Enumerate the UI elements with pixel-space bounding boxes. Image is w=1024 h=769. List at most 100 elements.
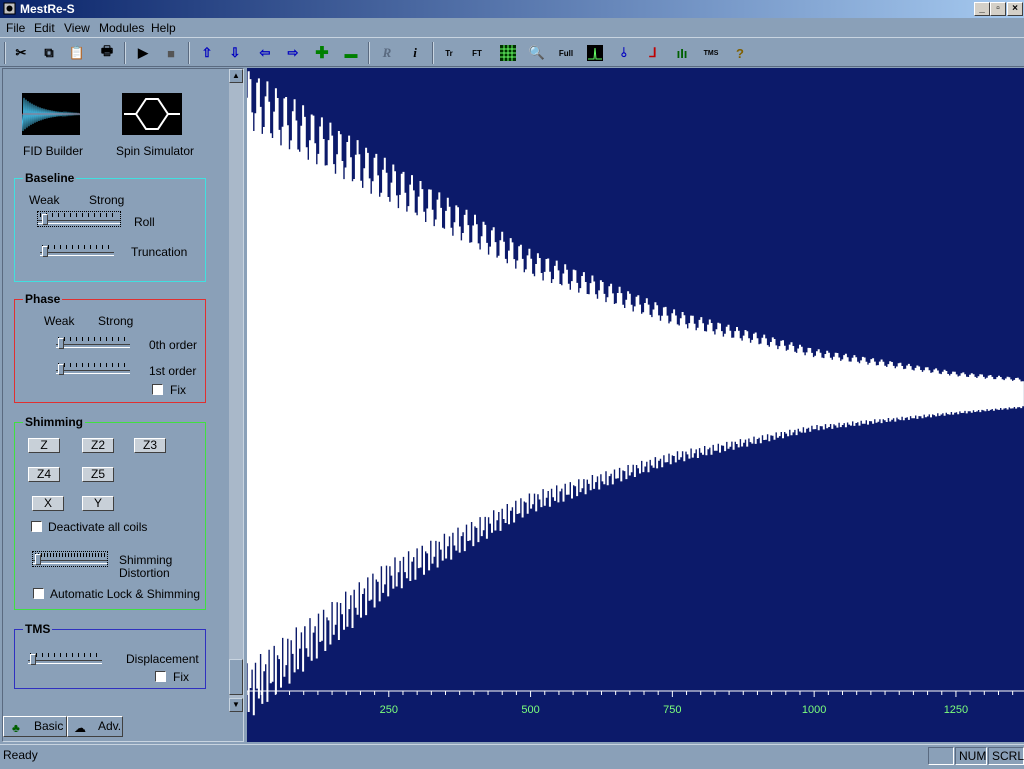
status-num: NUM: [955, 747, 987, 765]
app-icon: [3, 2, 16, 15]
spectrum-plot[interactable]: 250 500 750 1000 1250: [246, 68, 1024, 742]
deactivate-coils-label: Deactivate all coils: [48, 520, 148, 534]
multiplet-icon[interactable]: ıIı: [671, 43, 693, 63]
toolbar: ✂ ⧉ 📋 🖶 ▶ ■ ⇧ ⇩ ⇦ ⇨ ✚ ▬ R i Tr FT 🔍 Full…: [0, 37, 1024, 67]
integral-icon[interactable]: ⫰: [613, 43, 635, 63]
menu-edit[interactable]: Edit: [34, 21, 55, 35]
tms-fix-label: Fix: [173, 670, 189, 684]
full-icon[interactable]: Full: [555, 43, 577, 63]
roll-label: Roll: [134, 215, 155, 229]
title-bar: MestRe-S _ ▫ ×: [0, 0, 1024, 18]
zero-order-label: 0th order: [149, 338, 198, 352]
tab-basic[interactable]: ♣ Basic: [3, 716, 67, 737]
magnifier-icon[interactable]: 🔍: [526, 43, 548, 63]
help-icon[interactable]: ?: [729, 43, 751, 63]
shim-z4-button[interactable]: Z4: [28, 467, 60, 482]
spin-simulator-label: Spin Simulator: [116, 144, 195, 158]
copy-icon[interactable]: ⧉: [38, 43, 60, 63]
baseline-title: Baseline: [23, 171, 77, 185]
baseline-weak-label: Weak: [29, 193, 60, 207]
x-tick-label: 1250: [944, 704, 968, 716]
shim-y-button[interactable]: Y: [82, 496, 114, 511]
fid-trace: [246, 71, 1024, 716]
fid-chart: 250 500 750 1000 1250: [246, 71, 1024, 716]
first-order-label: 1st order: [149, 364, 197, 378]
truncation-slider[interactable]: [40, 244, 114, 258]
scroll-down-icon[interactable]: ▼: [229, 698, 243, 712]
zoom-out-minus-icon[interactable]: ▬: [340, 43, 362, 63]
x-tick-label: 250: [380, 704, 398, 716]
phase-fix-checkbox[interactable]: [152, 384, 163, 395]
tms-icon[interactable]: TMS: [700, 43, 722, 63]
scroll-thumb[interactable]: [229, 659, 243, 695]
shimming-distortion-slider[interactable]: [32, 551, 108, 567]
grid-icon[interactable]: [497, 43, 519, 63]
auto-lock-checkbox[interactable]: [33, 588, 44, 599]
menu-bar: File Edit View Modules Help: [0, 18, 1024, 37]
menu-view[interactable]: View: [64, 21, 90, 35]
tab-advanced[interactable]: ☁ Adv.: [67, 716, 123, 737]
play-icon[interactable]: ▶: [132, 43, 154, 63]
x-tick-label: 500: [521, 704, 539, 716]
shim-z5-button[interactable]: Z5: [82, 467, 114, 482]
advanced-tab-icon: ☁: [74, 721, 86, 735]
menu-file[interactable]: File: [6, 21, 25, 35]
auto-lock-label: Automatic Lock & Shimming: [50, 587, 201, 601]
menu-help[interactable]: Help: [151, 21, 176, 35]
full-label: Full: [558, 48, 574, 58]
shim-z2-button[interactable]: Z2: [82, 438, 114, 453]
baseline-icon[interactable]: ⅃: [642, 43, 664, 63]
basic-tab-icon: ♣: [12, 721, 20, 735]
tms-displacement-slider[interactable]: [28, 652, 102, 666]
tr-icon[interactable]: Tr: [438, 43, 460, 63]
minimize-icon[interactable]: _: [974, 2, 990, 16]
zoom-in-plus-icon[interactable]: ✚: [311, 43, 333, 63]
ft-label: FT: [472, 48, 482, 58]
phase-strong-label: Strong: [98, 314, 134, 328]
shimming-title: Shimming: [23, 415, 86, 429]
shimming-distortion-label-1: Shimming: [119, 553, 173, 567]
panel-scrollbar[interactable]: ▲ ▼: [229, 69, 243, 712]
roll-slider[interactable]: [37, 211, 121, 227]
close-icon[interactable]: ×: [1007, 2, 1023, 16]
arrow-right-icon[interactable]: ⇨: [282, 43, 304, 63]
status-text: Ready: [3, 748, 38, 762]
x-tick-label: 1000: [802, 704, 826, 716]
phase-fix-label: Fix: [170, 383, 186, 397]
baseline-strong-label: Strong: [89, 193, 125, 207]
status-scrl: SCRL: [988, 747, 1024, 765]
shim-z-button[interactable]: Z: [28, 438, 60, 453]
fid-signal: [246, 71, 1024, 716]
displacement-label: Displacement: [126, 652, 199, 666]
fid-builder-thumbnail[interactable]: [21, 93, 81, 135]
window-title: MestRe-S: [20, 2, 75, 16]
tms-fix-checkbox[interactable]: [155, 671, 166, 682]
shim-x-button[interactable]: X: [32, 496, 64, 511]
fid-builder-label: FID Builder: [23, 144, 84, 158]
scroll-up-icon[interactable]: ▲: [229, 69, 243, 83]
info-icon[interactable]: i: [404, 43, 426, 63]
print-icon[interactable]: 🖶: [96, 43, 118, 63]
phase-title: Phase: [23, 292, 63, 306]
restore-icon[interactable]: ▫: [990, 2, 1006, 16]
status-caps-pane: [928, 747, 954, 765]
arrow-up-icon[interactable]: ⇧: [196, 43, 218, 63]
menu-modules[interactable]: Modules: [99, 21, 144, 35]
r-icon[interactable]: R: [376, 43, 398, 63]
shim-z3-button[interactable]: Z3: [134, 438, 166, 453]
peak-icon[interactable]: [584, 43, 606, 63]
stop-icon[interactable]: ■: [160, 43, 182, 63]
phase-weak-label: Weak: [44, 314, 75, 328]
arrow-left-icon[interactable]: ⇦: [254, 43, 276, 63]
first-order-slider[interactable]: [56, 362, 130, 376]
shimming-distortion-label-2: Distortion: [119, 566, 170, 580]
zero-order-slider[interactable]: [56, 336, 130, 350]
spin-simulator-thumbnail[interactable]: [122, 93, 182, 135]
ft-icon[interactable]: FT: [466, 43, 488, 63]
x-tick-label: 750: [663, 704, 681, 716]
cut-icon[interactable]: ✂: [10, 43, 32, 63]
tms-label: TMS: [703, 49, 719, 57]
paste-icon[interactable]: 📋: [66, 43, 88, 63]
deactivate-coils-checkbox[interactable]: [31, 521, 42, 532]
arrow-down-icon[interactable]: ⇩: [224, 43, 246, 63]
